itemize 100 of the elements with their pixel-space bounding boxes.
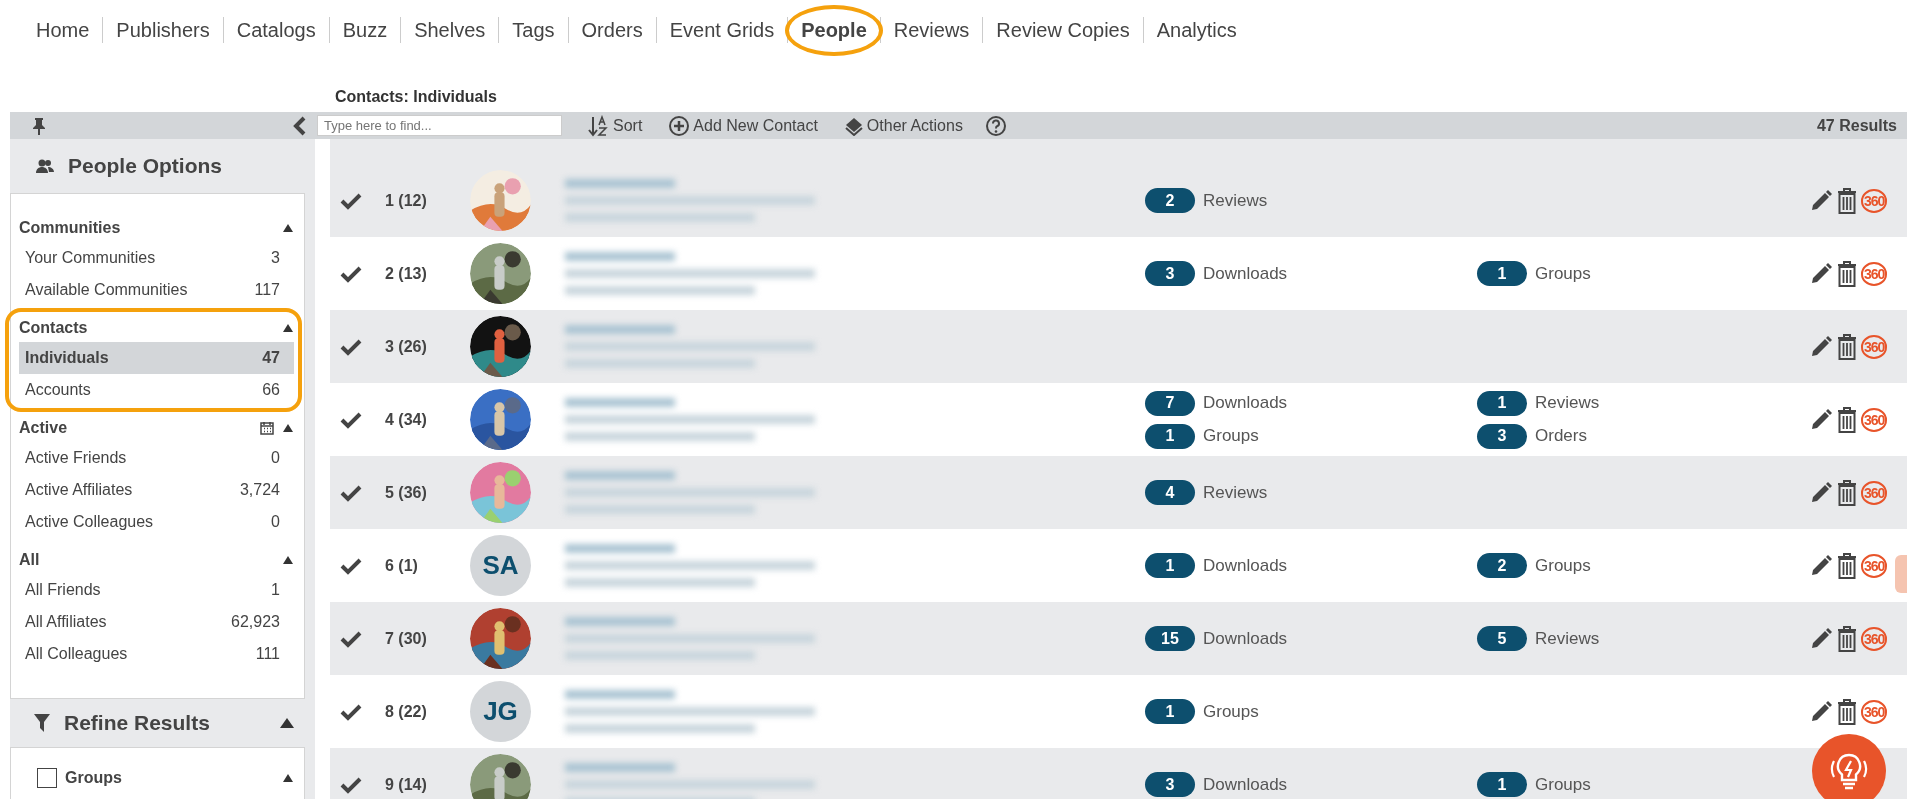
check-icon[interactable]: [340, 264, 362, 283]
collapse-arrow-icon[interactable]: [282, 423, 294, 433]
profile-360-link[interactable]: 360: [1861, 407, 1888, 432]
row-number: 4 (34): [385, 410, 428, 429]
item-count: 62,923: [231, 613, 280, 631]
item-count: 1: [271, 581, 280, 599]
sidebar-item[interactable]: Available Communities 117: [19, 274, 294, 306]
pencil-icon[interactable]: [1809, 334, 1833, 359]
check-icon[interactable]: [340, 775, 362, 794]
nav-tab[interactable]: Catalogs: [234, 18, 318, 42]
count-badge: 1: [1145, 699, 1195, 724]
collapse-arrow-icon[interactable]: [282, 223, 294, 233]
count-badge: 1: [1477, 261, 1527, 286]
results-count: 47 Results: [1816, 116, 1897, 135]
pencil-icon[interactable]: [1809, 188, 1833, 213]
other-actions-button[interactable]: Other Actions: [843, 115, 963, 136]
sidebar-item[interactable]: Your Communities 3: [19, 242, 294, 274]
nav-tab[interactable]: Analytics: [1154, 18, 1239, 42]
item-count: 117: [254, 281, 280, 299]
nav-tab[interactable]: Reviews: [891, 18, 972, 42]
nav-tab[interactable]: Home: [34, 18, 92, 42]
stat-label: Downloads: [1203, 393, 1288, 413]
count-badge: 5: [1477, 626, 1527, 651]
nav-tab[interactable]: Tags: [510, 18, 557, 42]
item-label: Active Friends: [25, 449, 127, 467]
pencil-icon[interactable]: [1809, 626, 1833, 651]
pencil-icon[interactable]: [1809, 407, 1833, 432]
nav-tab[interactable]: People: [799, 18, 869, 42]
stat-label: Downloads: [1203, 555, 1288, 576]
trash-icon[interactable]: [1837, 260, 1857, 287]
item-label: All Colleagues: [25, 645, 128, 663]
sidebar-item[interactable]: All Friends 1: [19, 574, 294, 606]
add-contact-button[interactable]: Add New Contact: [668, 114, 818, 137]
item-count: 0: [271, 513, 280, 531]
pin-icon[interactable]: [32, 116, 46, 135]
check-icon[interactable]: [340, 556, 362, 575]
checkbox[interactable]: [37, 768, 57, 788]
people-icon: [36, 159, 54, 173]
trash-icon[interactable]: [1837, 698, 1857, 725]
check-icon[interactable]: [340, 337, 362, 356]
section-title: All: [19, 551, 40, 569]
section-title: Communities: [19, 219, 121, 237]
collapse-arrow-icon[interactable]: [279, 717, 295, 729]
nav-tab[interactable]: Buzz: [340, 18, 390, 42]
trash-icon[interactable]: [1837, 187, 1857, 214]
sidebar-item[interactable]: Active Friends 0: [19, 442, 294, 474]
collapse-arrow-icon[interactable]: [282, 773, 294, 783]
count-badge: 3: [1145, 261, 1195, 286]
item-label: Individuals: [25, 349, 109, 367]
sidebar-item[interactable]: Active Colleagues 0: [19, 506, 294, 538]
pencil-icon[interactable]: [1809, 261, 1833, 286]
nav-tab[interactable]: Publishers: [114, 18, 212, 42]
pencil-icon[interactable]: [1809, 480, 1833, 505]
sidebar-item[interactable]: Active Affiliates 3,724: [19, 474, 294, 506]
sidebar-item[interactable]: Accounts 66: [19, 374, 294, 406]
nav-tab[interactable]: Event Grids: [667, 18, 777, 42]
row-number: 5 (36): [385, 483, 428, 502]
item-count: 111: [255, 645, 280, 663]
nav-tab[interactable]: Shelves: [412, 18, 488, 42]
count-badge: 2: [1477, 553, 1527, 578]
avatar-initials: JG: [470, 681, 531, 742]
profile-360-link[interactable]: 360: [1861, 553, 1888, 578]
calendar-icon[interactable]: [260, 421, 274, 435]
filter-icon: [34, 714, 50, 732]
stat-label: Groups: [1203, 701, 1259, 722]
trash-icon[interactable]: [1837, 406, 1857, 433]
sort-button[interactable]: Sort: [588, 114, 643, 137]
collapse-arrow-icon[interactable]: [282, 323, 294, 333]
check-icon[interactable]: [340, 702, 362, 721]
nav-tab[interactable]: Orders: [579, 18, 645, 42]
item-label: All Affiliates: [25, 613, 107, 631]
pencil-icon[interactable]: [1809, 699, 1833, 724]
item-label: Active Affiliates: [25, 481, 133, 499]
sidebar-item[interactable]: All Colleagues 111: [19, 638, 294, 670]
pencil-icon[interactable]: [1809, 553, 1833, 578]
profile-360-link[interactable]: 360: [1861, 261, 1888, 286]
check-icon[interactable]: [340, 629, 362, 648]
profile-360-link[interactable]: 360: [1861, 699, 1888, 724]
trash-icon[interactable]: [1837, 625, 1857, 652]
trash-icon[interactable]: [1837, 333, 1857, 360]
panel-title: People Options: [68, 154, 222, 178]
layers-icon: [843, 115, 864, 136]
check-icon[interactable]: [340, 410, 362, 429]
collapse-arrow-icon[interactable]: [282, 555, 294, 565]
trash-icon[interactable]: [1837, 552, 1857, 579]
check-icon[interactable]: [340, 191, 362, 210]
stat-label: Downloads: [1203, 774, 1288, 795]
sidebar-item[interactable]: Individuals 47: [19, 342, 294, 374]
sort-icon: [588, 114, 610, 137]
section-title: Active: [19, 419, 68, 437]
row-number: 3 (26): [385, 337, 428, 356]
count-badge: 1: [1477, 772, 1527, 797]
sidebar-item[interactable]: All Affiliates 62,923: [19, 606, 294, 638]
check-icon[interactable]: [340, 483, 362, 502]
help-icon[interactable]: [984, 114, 1007, 137]
collapse-icon[interactable]: [293, 115, 307, 136]
search-field[interactable]: Type here to find...: [317, 115, 562, 136]
count-badge: 1: [1145, 423, 1195, 449]
nav-tab[interactable]: Review Copies: [994, 18, 1132, 42]
trash-icon[interactable]: [1837, 479, 1857, 506]
